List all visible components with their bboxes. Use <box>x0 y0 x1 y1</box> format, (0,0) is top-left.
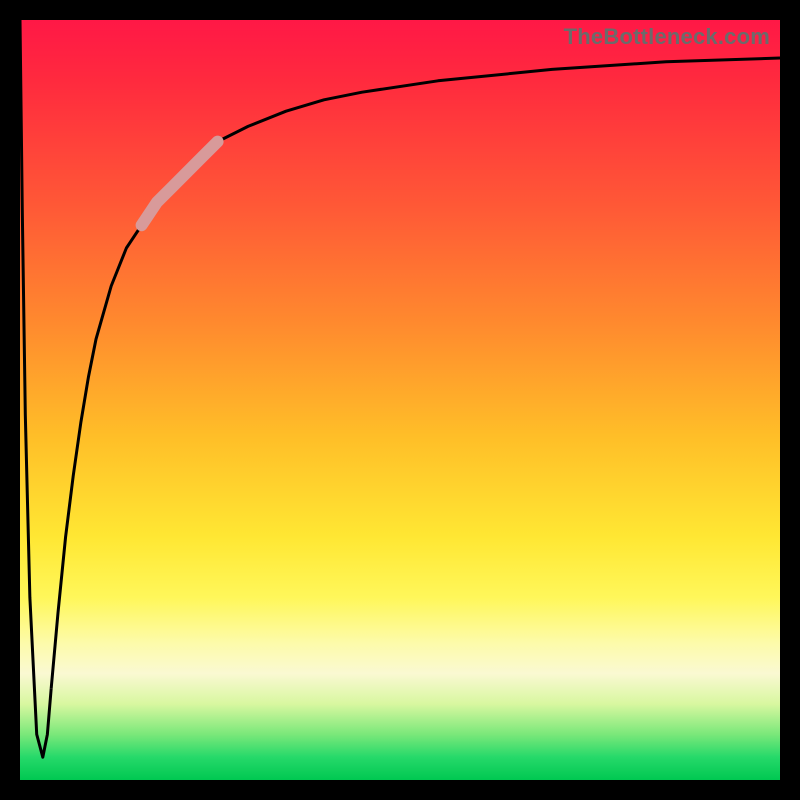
plot-area: TheBottleneck.com <box>20 20 780 780</box>
series-highlight-segment <box>142 142 218 226</box>
series-dip <box>20 20 51 757</box>
chart-svg <box>20 20 780 780</box>
series-recovery <box>51 58 780 689</box>
curve-group <box>20 20 780 757</box>
chart-frame: TheBottleneck.com <box>0 0 800 800</box>
